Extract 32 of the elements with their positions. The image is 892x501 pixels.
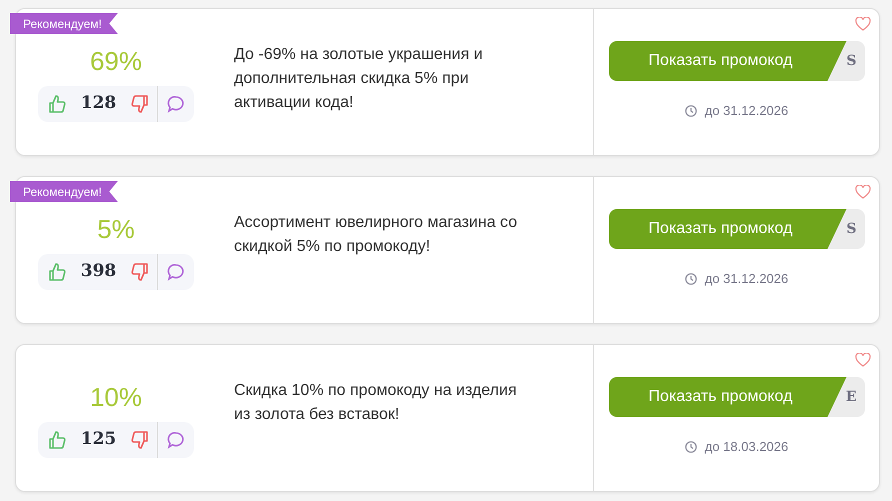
heart-icon[interactable]: [855, 185, 871, 199]
clock-icon: [684, 272, 697, 285]
recommended-ribbon: Рекомендуем!: [10, 13, 118, 34]
discount-value: 69%: [90, 48, 142, 74]
thumbs-down-icon[interactable]: [131, 430, 150, 450]
recommended-ribbon: Рекомендуем!: [10, 181, 118, 202]
discount-value: 10%: [90, 384, 142, 410]
expiry-date: до 18.03.2026: [704, 438, 788, 456]
likes-count: 128: [80, 92, 116, 116]
expiry-date: до 31.12.2026: [704, 102, 788, 120]
discount-value: 5%: [97, 216, 135, 242]
offer-description: Ассортимент ювелирного магазина со скидкой 5% по промокоду!: [234, 213, 518, 257]
offer-description: До -69% на золотые украшения и дополнительная скидка 5% при активации кода!: [234, 45, 484, 113]
thumbs-up-icon[interactable]: [48, 430, 66, 450]
heart-icon[interactable]: [855, 353, 871, 367]
thumbs-up-icon[interactable]: [48, 262, 66, 282]
show-code-button[interactable]: Показать промокод: [608, 209, 846, 249]
clock-icon: [684, 440, 697, 453]
likes-count: 398: [80, 260, 116, 284]
likes-count: 125: [80, 428, 116, 452]
clock-icon: [684, 104, 697, 117]
thumbs-down-icon[interactable]: [131, 94, 150, 114]
heart-icon[interactable]: [855, 17, 871, 31]
show-code-button[interactable]: Показать промокод: [608, 377, 846, 417]
expiry-date: до 31.12.2026: [704, 270, 788, 288]
comment-icon[interactable]: [167, 263, 186, 281]
thumbs-up-icon[interactable]: [48, 94, 66, 114]
thumbs-down-icon[interactable]: [131, 262, 150, 282]
comment-icon[interactable]: [167, 431, 186, 449]
show-code-button[interactable]: Показать промокод: [608, 41, 846, 81]
offer-description: Скидка 10% по промокоду на изделия из золота без вставок!: [234, 381, 518, 425]
comment-icon[interactable]: [167, 95, 186, 113]
